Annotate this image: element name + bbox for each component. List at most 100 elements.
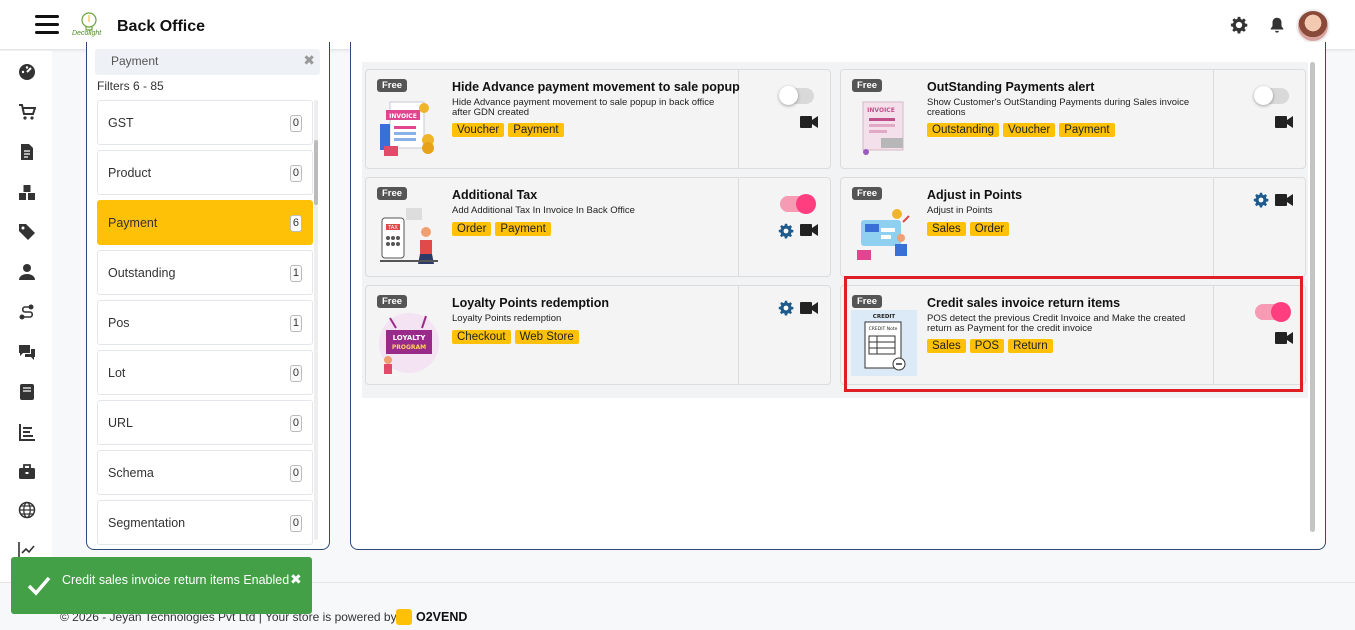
card-tags: Outstanding Voucher Payment xyxy=(927,123,1115,137)
card-tags: Checkout Web Store xyxy=(452,330,579,344)
route-icon[interactable] xyxy=(18,303,36,321)
tag-outstanding[interactable]: Outstanding xyxy=(927,123,1000,137)
enable-toggle[interactable] xyxy=(779,86,814,105)
card-title: Credit sales invoice return items xyxy=(927,296,1121,310)
settings-gear-icon[interactable] xyxy=(1253,192,1269,208)
gear-icon[interactable] xyxy=(1230,16,1248,34)
filter-item-count: 0 xyxy=(289,165,302,182)
tag-sales[interactable]: Sales xyxy=(927,339,966,353)
tag-voucher[interactable]: Voucher xyxy=(1003,123,1056,137)
filter-item-count: 1 xyxy=(289,265,302,282)
filter-item-gst[interactable]: GST 0 xyxy=(97,100,313,145)
card-title: Loyalty Points redemption xyxy=(452,296,609,310)
free-badge: Free xyxy=(377,295,408,308)
main-scrollbar[interactable] xyxy=(1310,62,1315,532)
dashboard-icon[interactable] xyxy=(18,63,36,81)
invoice-text: INVOICE xyxy=(389,113,417,120)
video-camera-icon[interactable] xyxy=(1275,193,1293,207)
main-scroll-thumb[interactable] xyxy=(1310,62,1315,532)
tag-web-store[interactable]: Web Store xyxy=(514,330,579,344)
tag-order[interactable]: Order xyxy=(452,222,492,236)
tag-payment[interactable]: Payment xyxy=(1059,123,1115,137)
briefcase-icon[interactable] xyxy=(18,463,36,481)
tag-return[interactable]: Return xyxy=(1008,339,1053,353)
boxes-icon[interactable] xyxy=(18,183,36,201)
points-illustration-icon xyxy=(857,209,910,260)
card-description: Add Additional Tax In Invoice In Back Of… xyxy=(452,205,635,216)
card-tags: Sales POS Return xyxy=(927,339,1053,353)
filter-item-pos[interactable]: Pos 1 xyxy=(97,300,313,345)
tags-icon[interactable] xyxy=(18,223,36,241)
enable-toggle[interactable] xyxy=(1255,302,1291,322)
free-badge: Free xyxy=(377,79,408,92)
tag-sales[interactable]: Sales xyxy=(927,222,966,236)
card-title: OutStanding Payments alert xyxy=(927,80,1095,94)
filter-item-outstanding[interactable]: Outstanding 1 xyxy=(97,250,313,295)
filter-scrollbar[interactable] xyxy=(314,100,318,540)
filter-item-payment[interactable]: Payment 6 xyxy=(97,200,313,245)
tag-payment[interactable]: Payment xyxy=(508,123,564,137)
loyalty-program-illustration-icon: LOYALTY PROGRAM xyxy=(379,313,439,374)
video-camera-icon[interactable] xyxy=(800,223,818,237)
book-icon[interactable] xyxy=(18,383,36,401)
cart-icon[interactable] xyxy=(18,103,36,121)
invoice-clipboard-illustration-icon: INVOICE xyxy=(862,101,904,155)
enable-toggle[interactable] xyxy=(780,194,816,214)
app-title: Back Office xyxy=(117,18,206,35)
filter-list: GST 0 Product 0 Payment 6 Outstanding 1 Pos 1… xyxy=(97,100,313,546)
footer-brand[interactable]: O2VEND xyxy=(416,610,467,624)
filter-item-label: Outstanding xyxy=(108,266,176,280)
video-camera-icon[interactable] xyxy=(800,301,818,315)
filter-item-lot[interactable]: Lot 0 xyxy=(97,350,313,395)
chat-icon[interactable] xyxy=(18,343,36,361)
filter-item-count: 6 xyxy=(289,215,302,232)
toast-close-icon[interactable]: ✖ xyxy=(290,571,302,588)
app-card-hide-advance-payment[interactable]: Free INVOICE Hide Advance payment moveme… xyxy=(365,69,831,169)
checkmark-icon xyxy=(27,576,51,596)
filter-item-url[interactable]: URL 0 xyxy=(97,400,313,445)
filter-item-count: 0 xyxy=(289,115,302,132)
settings-gear-icon[interactable] xyxy=(778,300,794,316)
app-card-adjust-in-points[interactable]: Free Adjust in Points Adjust in Points S… xyxy=(840,177,1306,277)
video-camera-icon[interactable] xyxy=(1275,331,1293,345)
app-card-loyalty-points-redemption[interactable]: Free LOYALTY PROGRAM Loyalty Points rede… xyxy=(365,285,831,385)
settings-gear-icon[interactable] xyxy=(778,223,794,239)
filter-item-segmentation[interactable]: Segmentation 0 xyxy=(97,500,313,545)
filter-item-label: URL xyxy=(108,416,134,430)
report-list-icon[interactable] xyxy=(18,423,36,441)
logo-text: Decolight xyxy=(72,30,102,37)
filter-search-input[interactable]: Payment ✖ xyxy=(95,49,320,75)
video-camera-icon[interactable] xyxy=(800,115,818,129)
document-icon[interactable] xyxy=(18,143,36,161)
app-card-outstanding-payments-alert[interactable]: Free INVOICE OutStanding Payments alert … xyxy=(840,69,1306,169)
tag-order[interactable]: Order xyxy=(969,222,1010,236)
tag-pos[interactable]: POS xyxy=(969,339,1005,353)
user-avatar[interactable] xyxy=(1296,9,1330,43)
user-icon[interactable] xyxy=(18,263,36,281)
card-divider xyxy=(1213,286,1214,384)
filter-scroll-thumb[interactable] xyxy=(314,140,318,205)
filter-item-schema[interactable]: Schema 0 xyxy=(97,450,313,495)
filter-item-product[interactable]: Product 0 xyxy=(97,150,313,195)
globe-icon[interactable] xyxy=(18,501,36,519)
filter-item-label: Segmentation xyxy=(108,516,186,530)
card-tags: Order Payment xyxy=(452,222,551,236)
free-badge: Free xyxy=(852,187,883,200)
app-card-additional-tax[interactable]: Free TAX Additional Tax Add Additional T… xyxy=(365,177,831,277)
hamburger-menu-icon[interactable] xyxy=(35,15,59,35)
tax-text: TAX xyxy=(387,225,398,231)
tag-payment[interactable]: Payment xyxy=(495,222,551,236)
video-camera-icon[interactable] xyxy=(1275,115,1293,129)
tag-voucher[interactable]: Voucher xyxy=(452,123,505,137)
bell-icon[interactable] xyxy=(1268,16,1286,34)
card-title: Adjust in Points xyxy=(927,188,1023,202)
enable-toggle[interactable] xyxy=(1254,86,1289,105)
tag-checkout[interactable]: Checkout xyxy=(452,330,511,344)
card-title: Hide Advance payment movement to sale po… xyxy=(452,80,740,94)
clear-filter-icon[interactable]: ✖ xyxy=(303,52,315,69)
app-card-credit-sales-invoice-return-items[interactable]: Free CREDIT CREDIT Note Credit sales inv… xyxy=(840,285,1306,385)
card-divider xyxy=(1213,70,1214,168)
card-tags: Voucher Payment xyxy=(452,123,564,137)
side-rail xyxy=(0,51,52,630)
invoice-text: INVOICE xyxy=(867,107,895,114)
